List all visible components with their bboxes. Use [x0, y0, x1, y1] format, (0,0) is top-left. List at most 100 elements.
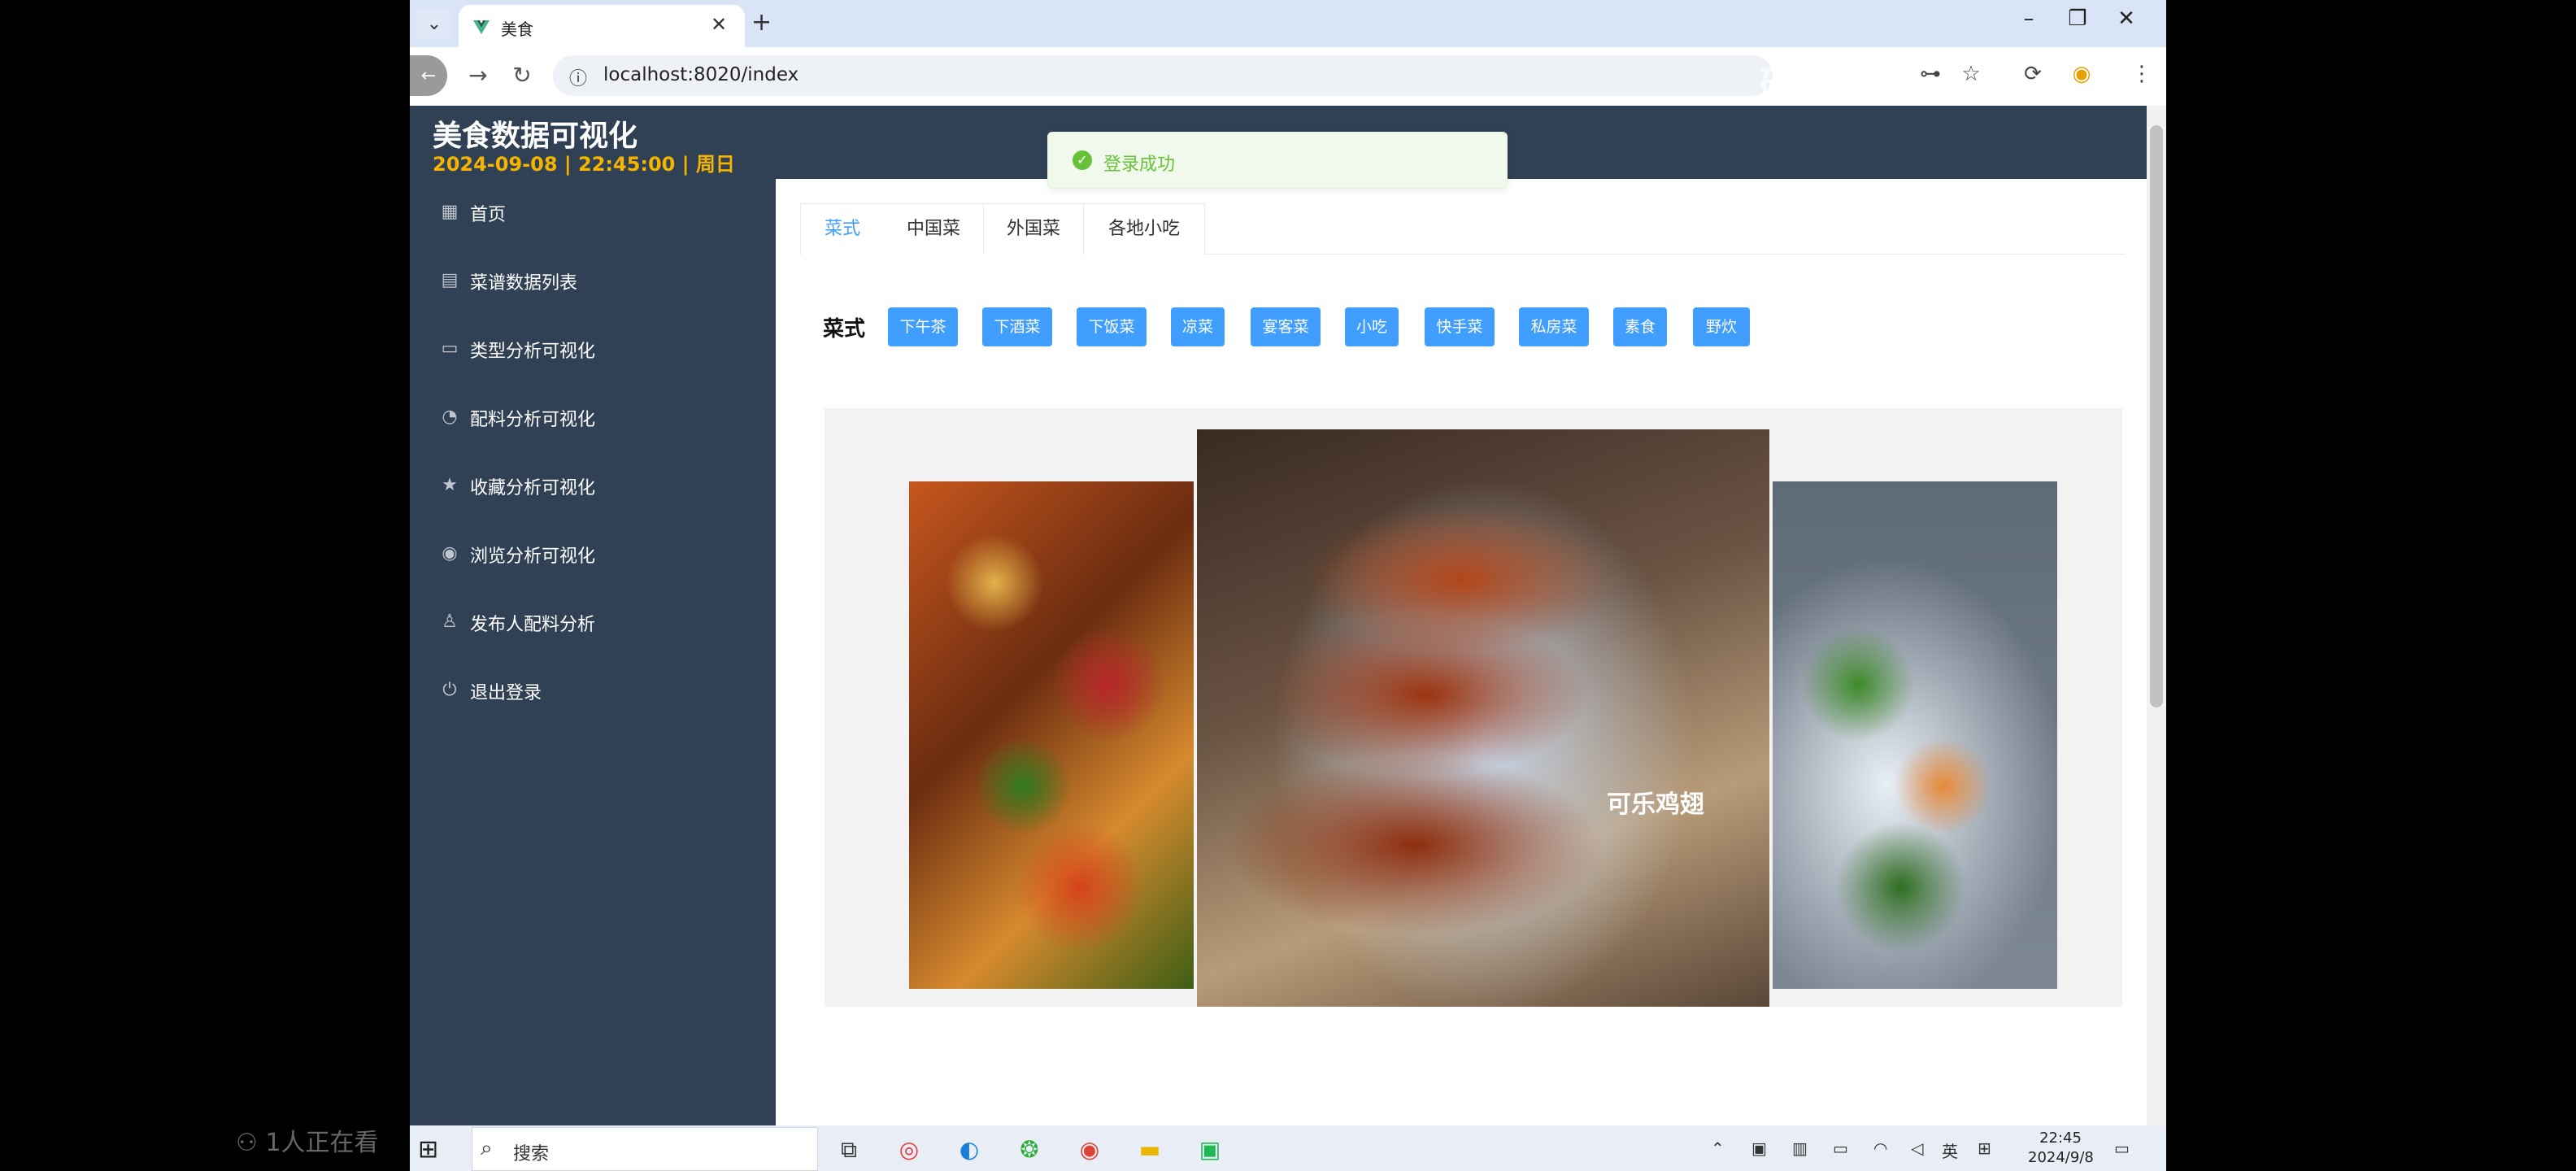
back-icon[interactable]: ←	[410, 55, 447, 96]
browser-window: ⌄ 美食 ✕ + – ❐ ✕ ← → ↻ ⓘ localhost:8020/in…	[410, 0, 2166, 1125]
page-scrollbar[interactable]	[2147, 106, 2166, 1125]
viewer-count: ⚇ 1人正在看	[236, 1129, 379, 1157]
minimize-icon[interactable]: –	[2008, 7, 2049, 31]
address-bar: ← → ↻ ⓘ localhost:8020/index 码界筑梦坊 ⊶ ☆ ⟳…	[410, 47, 2166, 107]
menu-icon[interactable]: ⋮	[2126, 62, 2158, 86]
taskbar: ⊞ ⌕ 搜索 ⧉ ◎ ◐ ❂ ◉ ▬ ▣ ⌃ ▣ ▥ ▭ ◠ ◁ 英 ⊞ 22:…	[410, 1125, 2166, 1171]
windows-start-icon[interactable]: ⊞	[418, 1135, 438, 1164]
category-button[interactable]: 快手菜	[1425, 307, 1495, 346]
category-button[interactable]: 宴客菜	[1251, 307, 1321, 346]
forward-icon[interactable]: →	[462, 62, 494, 89]
sidebar-item-label: 退出登录	[470, 683, 542, 703]
scroll-thumb[interactable]	[2150, 125, 2163, 707]
sidebar-item-type-analysis[interactable]: ▭ 类型分析可视化	[410, 316, 776, 384]
sidebar-item-label: 配料分析可视化	[470, 410, 596, 430]
food-carousel[interactable]: 可乐鸡翅	[825, 408, 2122, 1007]
dish-image-left[interactable]	[909, 481, 1194, 989]
tab-strip: ⌄ 美食 ✕ + – ❐ ✕	[410, 0, 2166, 47]
tray-chart-icon[interactable]: ▥	[1792, 1138, 1808, 1158]
sidebar-item-logout[interactable]: ⏻ 退出登录	[410, 657, 776, 725]
url-field[interactable]: ⓘ localhost:8020/index	[553, 55, 1773, 96]
netease-music-icon[interactable]: ◎	[893, 1134, 925, 1166]
category-button[interactable]: 素食	[1613, 307, 1667, 346]
star-icon: ★	[442, 475, 458, 495]
tab-local-snacks[interactable]: 各地小吃	[1084, 203, 1205, 255]
category-label: 菜式	[823, 317, 866, 342]
sidebar-item-label: 收藏分析可视化	[470, 478, 596, 498]
eye-icon: ◉	[442, 543, 458, 564]
pie-icon: ◔	[442, 407, 458, 427]
extension-icon[interactable]: ⊶	[1914, 62, 1947, 86]
tab-dish-style[interactable]: 菜式	[800, 203, 885, 255]
sync-icon[interactable]: ⟳	[2017, 62, 2049, 86]
power-icon: ⏻	[442, 680, 457, 700]
chrome-icon[interactable]: ◉	[1073, 1134, 1106, 1166]
success-toast: ✓ 登录成功	[1047, 132, 1508, 189]
taskbar-search[interactable]: ⌕ 搜索	[472, 1127, 818, 1171]
user-icon: ♙	[442, 612, 458, 632]
notification-icon[interactable]: ▭	[2114, 1138, 2130, 1158]
site-info-icon[interactable]: ⓘ	[569, 64, 587, 90]
search-icon: ⌕	[481, 1136, 493, 1160]
category-button[interactable]: 凉菜	[1171, 307, 1225, 346]
viewers-icon: ⚇	[236, 1129, 266, 1157]
dish-caption: 可乐鸡翅	[1607, 790, 1704, 819]
new-tab-button[interactable]: +	[751, 8, 772, 37]
search-placeholder: 搜索	[513, 1144, 550, 1164]
sidebar-item-publisher-analysis[interactable]: ♙ 发布人配料分析	[410, 589, 776, 657]
check-circle-icon: ✓	[1073, 150, 1092, 170]
document-icon: ▤	[441, 270, 459, 290]
tab-title: 美食	[501, 20, 533, 39]
monitor-icon: ▭	[441, 338, 459, 359]
category-button[interactable]: 私房菜	[1519, 307, 1589, 346]
file-explorer-icon[interactable]: ▬	[1134, 1134, 1166, 1166]
sidebar-item-favorite-analysis[interactable]: ★ 收藏分析可视化	[410, 452, 776, 520]
sidebar-item-label: 类型分析可视化	[470, 342, 596, 362]
sidebar-item-label: 浏览分析可视化	[470, 546, 596, 567]
page: 美食数据可视化 2024-09-08 | 22:45:00 | 周日 ▦ 首页 …	[410, 106, 2147, 1125]
tab-chinese[interactable]: 中国菜	[884, 203, 984, 255]
sidebar-item-label: 菜谱数据列表	[470, 273, 578, 294]
bookmark-star-icon[interactable]: ☆	[1955, 62, 1987, 86]
tab-foreign[interactable]: 外国菜	[984, 203, 1084, 255]
reload-icon[interactable]: ↻	[506, 62, 538, 89]
browser-tab[interactable]: 美食 ✕	[459, 5, 745, 47]
sidebar-item-ingredient-analysis[interactable]: ◔ 配料分析可视化	[410, 384, 776, 452]
grid-icon: ▦	[441, 202, 459, 222]
ime-mode-icon[interactable]: ⊞	[1978, 1138, 1991, 1158]
edge-icon[interactable]: ◐	[953, 1134, 986, 1166]
task-view-icon[interactable]: ⧉	[833, 1134, 865, 1166]
clock-date: 2024/9/8	[2028, 1149, 2094, 1166]
wechat-icon[interactable]: ❂	[1013, 1134, 1046, 1166]
sidebar-item-recipe-list[interactable]: ▤ 菜谱数据列表	[410, 247, 776, 316]
url-text: localhost:8020/index	[603, 64, 799, 85]
pycharm-icon[interactable]: ▣	[1194, 1134, 1226, 1166]
clock-time: 22:45	[2039, 1130, 2082, 1147]
tray-app-icon[interactable]: ▣	[1751, 1138, 1767, 1158]
volume-icon[interactable]: ◁	[1911, 1138, 1923, 1158]
restore-icon[interactable]: ❐	[2057, 7, 2098, 31]
header-datetime: 2024-09-08 | 22:45:00 | 周日	[433, 153, 735, 176]
category-button[interactable]: 下饭菜	[1077, 307, 1147, 346]
ime-indicator[interactable]: 英	[1942, 1138, 1958, 1162]
sidebar-item-home[interactable]: ▦ 首页	[410, 179, 776, 247]
close-tab-icon[interactable]: ✕	[711, 13, 727, 36]
category-button[interactable]: 下午茶	[888, 307, 958, 346]
vue-logo-icon	[473, 20, 490, 34]
wifi-icon[interactable]: ◠	[1873, 1138, 1887, 1158]
sidebar-item-label: 首页	[470, 205, 507, 225]
profile-icon[interactable]: ◉	[2065, 62, 2098, 86]
sidebar-item-label: 发布人配料分析	[470, 615, 596, 635]
dish-image-right[interactable]	[1773, 481, 2057, 989]
category-button[interactable]: 下酒菜	[982, 307, 1052, 346]
toast-message: 登录成功	[1103, 155, 1176, 175]
category-button[interactable]: 小吃	[1345, 307, 1399, 346]
category-button[interactable]: 野炊	[1693, 307, 1750, 346]
sidebar-item-view-analysis[interactable]: ◉ 浏览分析可视化	[410, 520, 776, 589]
close-window-icon[interactable]: ✕	[2106, 7, 2147, 31]
dish-image-center[interactable]: 可乐鸡翅	[1197, 429, 1769, 1007]
tab-search-button[interactable]: ⌄	[416, 8, 452, 39]
taskbar-clock[interactable]: 22:45 2024/9/8	[2028, 1129, 2094, 1168]
battery-icon[interactable]: ▭	[1833, 1138, 1848, 1158]
tray-expand-icon[interactable]: ⌃	[1711, 1138, 1725, 1158]
